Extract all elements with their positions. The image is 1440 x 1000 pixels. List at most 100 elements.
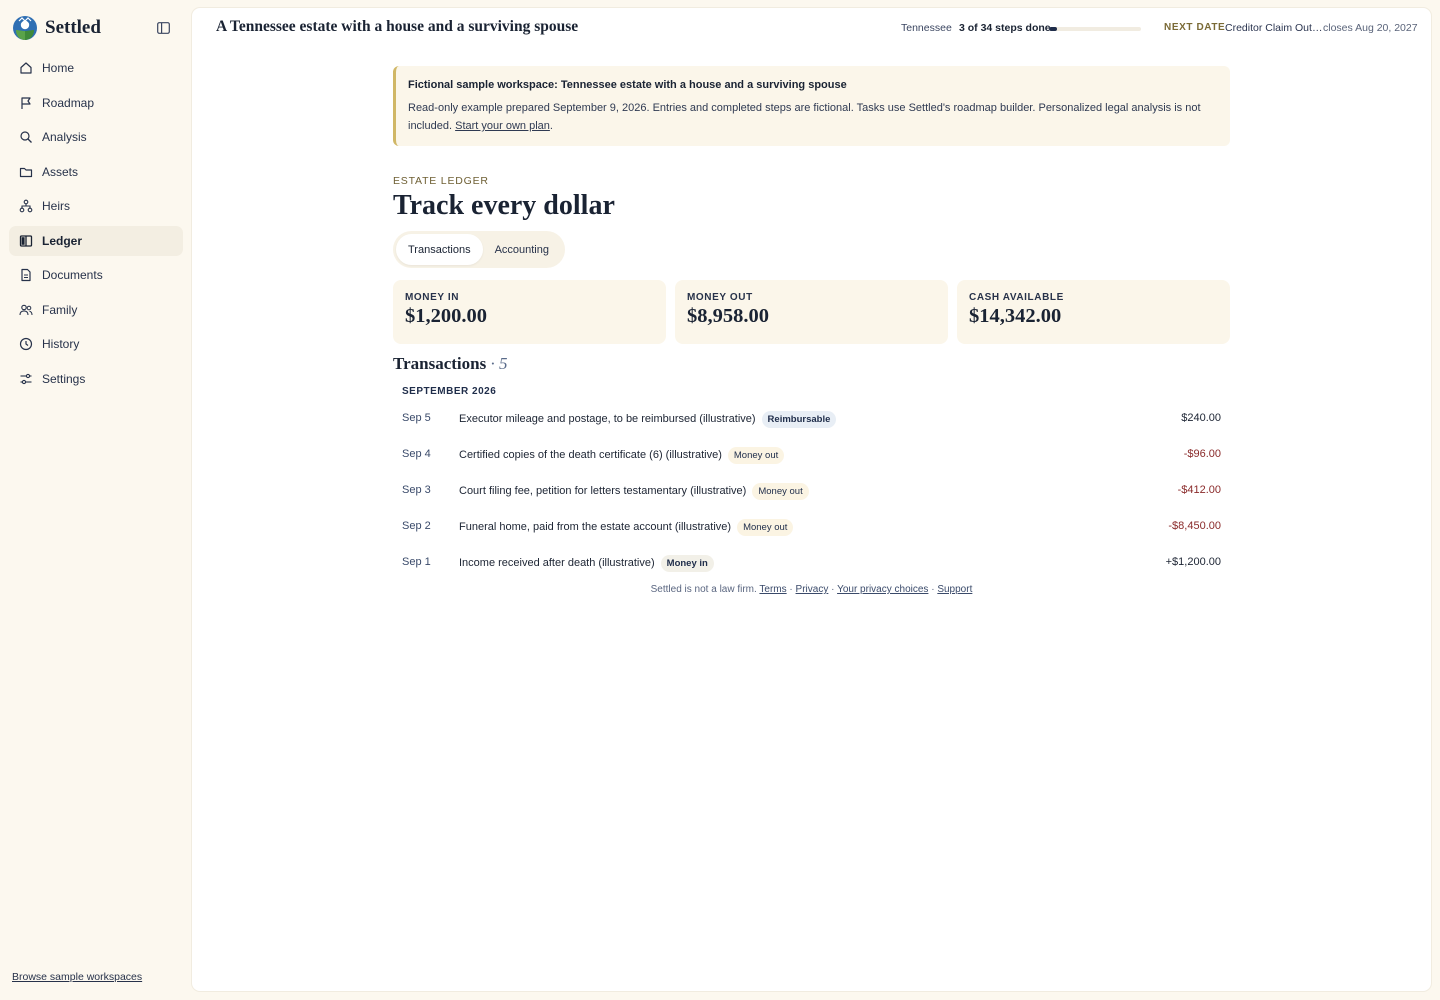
sidebar-item-assets[interactable]: Assets [9,157,183,187]
money-out-badge: Money out [737,518,794,536]
main-panel: A Tennessee estate with a house and a su… [192,8,1431,991]
stat-value: $8,958.00 [687,305,769,327]
sidebar-item-label: Assets [42,164,79,179]
brand[interactable]: Settled [12,14,101,42]
stat-label: MONEY IN [405,292,460,303]
page-eyebrow: ESTATE LEDGER [393,175,489,187]
sidebar-item-label: Heirs [42,199,71,213]
start-own-plan-link[interactable]: Start your own plan [455,120,550,132]
clock-icon [18,337,33,352]
steps-progress-label: 3 of 34 steps done [959,22,1051,34]
stat-value: $14,342.00 [969,305,1062,327]
transaction-row[interactable]: Sep 3 Court filing fee, petition for let… [393,473,1230,509]
sidebar-toggle-button[interactable] [155,19,172,36]
page-title: Track every dollar [393,190,615,221]
transactions-list: Sep 5 Executor mileage and postage, to b… [393,401,1230,581]
sidebar-item-label: Documents [42,268,103,282]
sidebar-panel-icon [157,21,170,34]
tree-icon [18,199,33,214]
transaction-date: Sep 4 [402,448,431,460]
transaction-date: Sep 5 [402,412,431,424]
sidebar-item-label: Family [42,302,78,317]
sidebar-item-label: Ledger [42,233,83,248]
sidebar: Settled Home Roadmap Analysis Assets Hei… [0,0,192,1000]
transaction-description-group: Executor mileage and postage, to be reim… [459,409,837,429]
flag-icon [18,95,33,110]
notice-link-suffix: . [549,120,553,132]
privacy-link[interactable]: Privacy [796,584,829,595]
stat-label: MONEY OUT [687,292,753,303]
transaction-description: Income received after death (illustrativ… [459,557,655,569]
stat-cash-available: CASH AVAILABLE $14,342.00 [957,280,1230,344]
sidebar-item-roadmap[interactable]: Roadmap [9,88,183,118]
transactions-count: · 5 [490,354,508,373]
transaction-amount: -$96.00 [1183,448,1221,460]
transactions-heading: Transactions · 5 [393,354,507,374]
page-footer: Settled is not a law firm. Terms · Priva… [393,584,1230,595]
sample-workspace-notice: Fictional sample workspace: Tennessee es… [393,66,1230,146]
browse-sample-workspaces-link[interactable]: Browse sample workspaces [12,971,142,983]
transaction-row[interactable]: Sep 1 Income received after death (illus… [393,545,1230,581]
sidebar-item-label: Analysis [42,130,87,144]
people-icon [18,302,33,317]
transaction-date: Sep 1 [402,556,431,568]
transaction-row[interactable]: Sep 5 Executor mileage and postage, to b… [393,401,1230,437]
transaction-amount: -$412.00 [1177,484,1221,496]
stat-value: $1,200.00 [405,305,487,327]
document-icon [18,268,33,283]
sliders-icon [18,371,33,386]
stat-money-in: MONEY IN $1,200.00 [393,280,666,344]
sidebar-item-family[interactable]: Family [9,295,183,325]
transaction-row[interactable]: Sep 2 Funeral home, paid from the estate… [393,509,1230,545]
footer-separator: · [831,584,835,595]
money-out-badge: Money out [727,446,785,464]
estate-title: A Tennessee estate with a house and a su… [216,18,579,35]
state-label: Tennessee [901,22,952,34]
notice-body: Read-only example prepared September 9, … [408,99,1223,135]
transaction-row[interactable]: Sep 4 Certified copies of the death cert… [393,437,1230,473]
transactions-heading-label: Transactions [393,354,487,373]
tab-transactions[interactable]: Transactions [396,234,483,265]
notice-title: Fictional sample workspace: Tennessee es… [408,79,847,91]
folder-icon [18,164,33,179]
transaction-amount: -$8,450.00 [1168,520,1221,532]
transaction-date: Sep 2 [402,520,431,532]
next-date-event[interactable]: Creditor Claim Out… [1225,22,1322,34]
next-date-close: closes Aug 20, 2027 [1323,22,1418,34]
book-icon [18,233,33,248]
sidebar-item-home[interactable]: Home [9,53,183,83]
app-name: Settled [45,17,101,38]
sidebar-item-documents[interactable]: Documents [9,260,183,290]
transaction-date: Sep 3 [402,484,431,496]
sidebar-item-ledger[interactable]: Ledger [9,225,183,256]
steps-progress-fill [1049,27,1058,31]
transaction-description: Certified copies of the death certificat… [459,449,722,461]
steps-progress-bar [1049,27,1141,31]
sidebar-item-analysis[interactable]: Analysis [9,122,183,152]
sidebar-item-label: Home [42,61,75,75]
transaction-description: Court filing fee, petition for letters t… [459,485,747,497]
privacy-choices-link[interactable]: Your privacy choices [837,584,928,595]
transaction-description-group: Income received after death (illustrativ… [459,553,714,573]
tab-accounting[interactable]: Accounting [483,234,561,265]
sidebar-item-label: History [42,337,80,351]
terms-link[interactable]: Terms [759,584,786,595]
ledger-tabs: Transactions Accounting [393,231,565,268]
next-date-label: NEXT DATE [1164,22,1226,33]
ledger-stats: MONEY IN $1,200.00 MONEY OUT $8,958.00 C… [393,280,1230,344]
transaction-description-group: Court filing fee, petition for letters t… [459,481,809,501]
footer-separator: · [931,584,935,595]
footer-disclaimer: Settled is not a law firm. [650,584,757,595]
top-bar: A Tennessee estate with a house and a su… [192,8,1431,48]
stat-label: CASH AVAILABLE [969,292,1064,303]
money-in-badge: Money in [660,554,714,572]
support-link[interactable]: Support [937,584,972,595]
stat-money-out: MONEY OUT $8,958.00 [675,280,948,344]
sidebar-item-heirs[interactable]: Heirs [9,191,183,221]
transaction-description: Executor mileage and postage, to be reim… [459,413,756,425]
footer-separator: · [789,584,793,595]
sidebar-item-label: Settings [42,371,86,386]
sidebar-item-settings[interactable]: Settings [9,364,183,394]
sidebar-item-history[interactable]: History [9,329,183,359]
transaction-description-group: Certified copies of the death certificat… [459,445,785,465]
